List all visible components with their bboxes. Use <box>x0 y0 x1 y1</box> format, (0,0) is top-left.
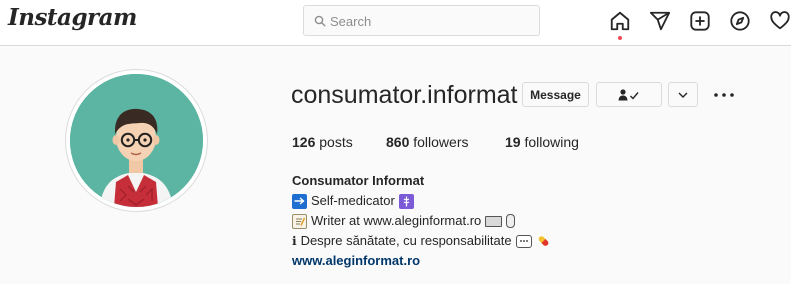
bio-line-1-text: Self-medicator <box>311 193 395 208</box>
chevron-down-icon <box>678 92 688 98</box>
bio-line-3: ℹ Despre sănătate, cu responsabilitate <box>292 231 551 251</box>
bio-line-2: Writer at www.aleginformat.ro <box>292 211 551 231</box>
new-post-icon[interactable] <box>688 9 712 33</box>
following-button[interactable] <box>596 82 662 107</box>
search-box[interactable] <box>303 5 540 36</box>
search-icon <box>314 15 326 27</box>
direct-icon[interactable] <box>648 9 672 33</box>
following-stat[interactable]: 19 following <box>505 134 579 150</box>
posts-count: 126 <box>292 134 316 150</box>
search-input[interactable] <box>330 10 530 32</box>
profile-avatar-ring[interactable] <box>65 69 208 212</box>
posts-label: posts <box>319 134 353 150</box>
more-options-icon <box>714 93 734 97</box>
profile-header: consumator.informat Message 126 posts 86… <box>0 47 791 284</box>
message-button[interactable]: Message <box>522 82 589 107</box>
activity-icon[interactable] <box>768 9 791 33</box>
followers-count: 860 <box>386 134 410 150</box>
following-count: 19 <box>505 134 521 150</box>
following-label: following <box>524 134 579 150</box>
more-options-button[interactable] <box>712 85 736 105</box>
bio-line-3-text: Despre sănătate, cu responsabilitate <box>300 233 512 248</box>
top-navigation-bar: Instagram <box>0 0 791 46</box>
mouse-emoji <box>506 214 516 228</box>
profile-full-name: Consumator Informat <box>292 173 425 188</box>
memo-emoji <box>292 213 307 229</box>
medical-emoji <box>398 193 414 209</box>
profile-website-link[interactable]: www.aleginformat.ro <box>292 251 551 271</box>
bio-line-1: Self-medicator <box>292 191 551 211</box>
arrow-right-emoji <box>292 193 307 209</box>
profile-username: consumator.informat <box>291 81 518 109</box>
profile-bio: Consumator Informat Self-medicator Write… <box>292 171 551 271</box>
keyboard-emoji <box>485 215 503 227</box>
instagram-logo[interactable]: Instagram <box>8 4 137 31</box>
suggested-accounts-button[interactable] <box>668 82 698 107</box>
home-active-indicator <box>618 36 622 40</box>
bio-line-2-text: Writer at www.aleginformat.ro <box>311 213 482 228</box>
posts-stat: 126 posts <box>292 134 353 150</box>
followers-label: followers <box>413 134 469 150</box>
avatar <box>70 74 203 207</box>
pill-emoji <box>536 234 551 249</box>
speech-bubble-emoji <box>515 234 532 248</box>
home-icon[interactable] <box>608 9 632 33</box>
explore-icon[interactable] <box>728 9 752 33</box>
followers-stat[interactable]: 860 followers <box>386 134 469 150</box>
user-check-icon <box>618 88 639 100</box>
info-icon: ℹ <box>292 234 297 248</box>
